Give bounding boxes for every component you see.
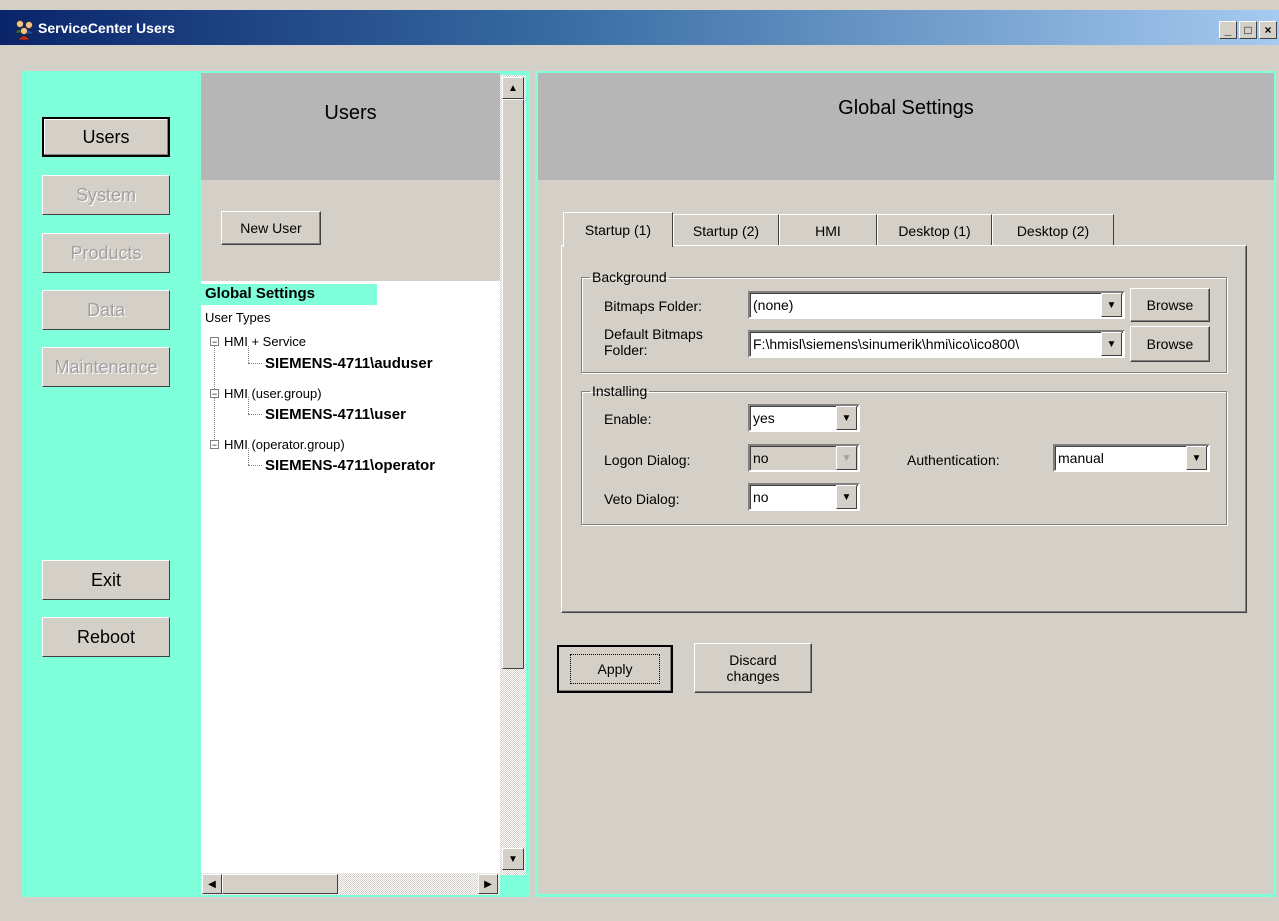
tree-item-group[interactable]: HMI + Service xyxy=(224,334,306,349)
tree-connector xyxy=(248,363,262,364)
tree-item-user-types[interactable]: User Types xyxy=(205,310,271,325)
apply-button[interactable]: Apply xyxy=(557,645,673,693)
minimize-button[interactable]: _ xyxy=(1219,21,1237,39)
scroll-left-button[interactable]: ◀ xyxy=(202,874,222,894)
chevron-down-icon[interactable]: ▼ xyxy=(836,446,857,470)
tree-item-group[interactable]: HMI (user.group) xyxy=(224,386,322,401)
tab-startup-2[interactable]: Startup (2) xyxy=(673,214,779,246)
chevron-down-icon[interactable]: ▼ xyxy=(1101,332,1122,356)
bitmaps-folder-value: (none) xyxy=(753,297,794,313)
minimize-icon: _ xyxy=(1224,23,1232,37)
default-bitmaps-label-line1: Default Bitmaps xyxy=(604,326,703,342)
default-bitmaps-label-line2: Folder: xyxy=(604,342,648,358)
arrow-right-icon: ▶ xyxy=(484,878,492,890)
new-user-button[interactable]: New User xyxy=(221,211,321,245)
enable-select[interactable]: yes ▼ xyxy=(748,404,860,432)
user-tree[interactable]: Global Settings User Types − HMI + Servi… xyxy=(201,281,500,873)
maximize-button[interactable]: □ xyxy=(1239,21,1257,39)
close-icon: × xyxy=(1264,23,1272,37)
bitmaps-folder-select[interactable]: (none) ▼ xyxy=(748,291,1125,319)
enable-label: Enable: xyxy=(604,411,652,427)
bitmaps-folder-label: Bitmaps Folder: xyxy=(604,298,703,314)
tree-item-group[interactable]: HMI (operator.group) xyxy=(224,437,345,452)
veto-dialog-select[interactable]: no ▼ xyxy=(748,483,860,511)
tree-item-user[interactable]: SIEMENS-4711\user xyxy=(265,406,406,423)
arrow-left-icon: ◀ xyxy=(208,878,216,890)
reboot-button[interactable]: Reboot xyxy=(42,617,170,657)
users-group-icon xyxy=(14,18,36,41)
discard-changes-button[interactable]: Discard changes xyxy=(694,643,812,693)
scroll-down-button[interactable]: ▼ xyxy=(502,848,524,870)
title-bar[interactable] xyxy=(0,10,1279,45)
collapse-icon[interactable]: − xyxy=(210,440,219,450)
tree-item-user[interactable]: SIEMENS-4711\operator xyxy=(265,457,435,474)
sidebar-system-button[interactable]: System xyxy=(42,175,170,215)
chevron-down-icon[interactable]: ▼ xyxy=(1186,446,1207,470)
collapse-icon[interactable]: − xyxy=(210,389,219,399)
users-panel-title: Users xyxy=(201,73,500,180)
chevron-down-icon[interactable]: ▼ xyxy=(1101,293,1122,317)
enable-value: yes xyxy=(753,410,775,426)
maximize-icon: □ xyxy=(1244,23,1252,37)
browse-bitmaps-button[interactable]: Browse xyxy=(1130,288,1210,322)
tab-startup-1[interactable]: Startup (1) xyxy=(563,212,673,247)
authentication-label: Authentication: xyxy=(907,452,1000,468)
logon-dialog-label: Logon Dialog: xyxy=(604,452,691,468)
default-bitmaps-label: Default Bitmaps Folder: xyxy=(604,326,703,358)
authentication-select[interactable]: manual ▼ xyxy=(1053,444,1210,472)
tab-desktop-1[interactable]: Desktop (1) xyxy=(877,214,992,246)
scroll-up-button[interactable]: ▲ xyxy=(502,77,524,99)
logon-dialog-select[interactable]: no ▼ xyxy=(748,444,860,472)
window-title: ServiceCenter Users xyxy=(38,20,175,36)
veto-dialog-label: Veto Dialog: xyxy=(604,491,680,507)
authentication-value: manual xyxy=(1058,450,1104,466)
discard-label-line1: Discard xyxy=(729,652,777,668)
browse-default-bitmaps-button[interactable]: Browse xyxy=(1130,326,1210,362)
arrow-up-icon: ▲ xyxy=(508,82,518,94)
chevron-down-icon[interactable]: ▼ xyxy=(836,485,857,509)
tree-item-user[interactable]: SIEMENS-4711\auduser xyxy=(265,355,433,372)
sidebar-maintenance-button[interactable]: Maintenance xyxy=(42,347,170,387)
close-button[interactable]: × xyxy=(1259,21,1277,39)
horizontal-scroll-thumb[interactable] xyxy=(222,874,338,894)
collapse-icon[interactable]: − xyxy=(210,337,219,347)
background-legend: Background xyxy=(592,269,667,285)
arrow-down-icon: ▼ xyxy=(508,853,518,865)
vertical-scroll-thumb[interactable] xyxy=(502,99,524,669)
global-settings-title: Global Settings xyxy=(538,73,1274,180)
logon-dialog-value: no xyxy=(753,450,769,466)
tree-connector xyxy=(248,414,262,415)
sidebar-data-button[interactable]: Data xyxy=(42,290,170,330)
discard-label-line2: changes xyxy=(726,668,780,684)
sidebar-users-button[interactable]: Users xyxy=(42,117,170,157)
exit-button[interactable]: Exit xyxy=(42,560,170,600)
scroll-right-button[interactable]: ▶ xyxy=(478,874,498,894)
sidebar-products-button[interactable]: Products xyxy=(42,233,170,273)
default-bitmaps-folder-value: F:\hmisl\siemens\sinumerik\hmi\ico\ico80… xyxy=(753,336,1020,352)
tab-content-startup-1: Background Bitmaps Folder: (none) ▼ Brow… xyxy=(561,245,1247,613)
tree-connector xyxy=(248,465,262,466)
apply-label: Apply xyxy=(570,654,660,684)
tab-desktop-2[interactable]: Desktop (2) xyxy=(992,214,1114,246)
chevron-down-icon[interactable]: ▼ xyxy=(836,406,857,430)
installing-legend: Installing xyxy=(592,383,648,399)
tree-item-global-settings[interactable]: Global Settings xyxy=(201,284,377,305)
default-bitmaps-folder-select[interactable]: F:\hmisl\siemens\sinumerik\hmi\ico\ico80… xyxy=(748,330,1125,358)
veto-dialog-value: no xyxy=(753,489,769,505)
tab-hmi[interactable]: HMI xyxy=(779,214,877,246)
